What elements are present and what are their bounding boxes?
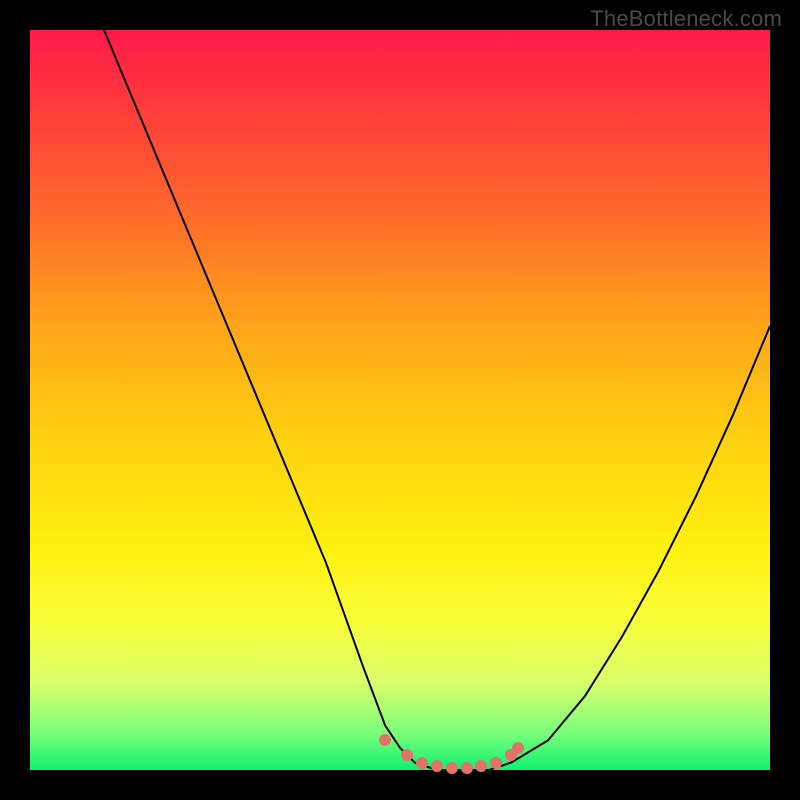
marker-dot [431, 760, 443, 772]
marker-dot [475, 760, 487, 772]
bottom-dots [30, 30, 770, 770]
marker-dot [490, 757, 502, 769]
watermark-text: TheBottleneck.com [590, 6, 782, 32]
marker-dot [379, 734, 391, 746]
marker-dot [446, 762, 458, 774]
marker-dot [416, 757, 428, 769]
marker-dot [401, 749, 413, 761]
marker-dot [512, 742, 524, 754]
marker-dot [461, 762, 473, 774]
